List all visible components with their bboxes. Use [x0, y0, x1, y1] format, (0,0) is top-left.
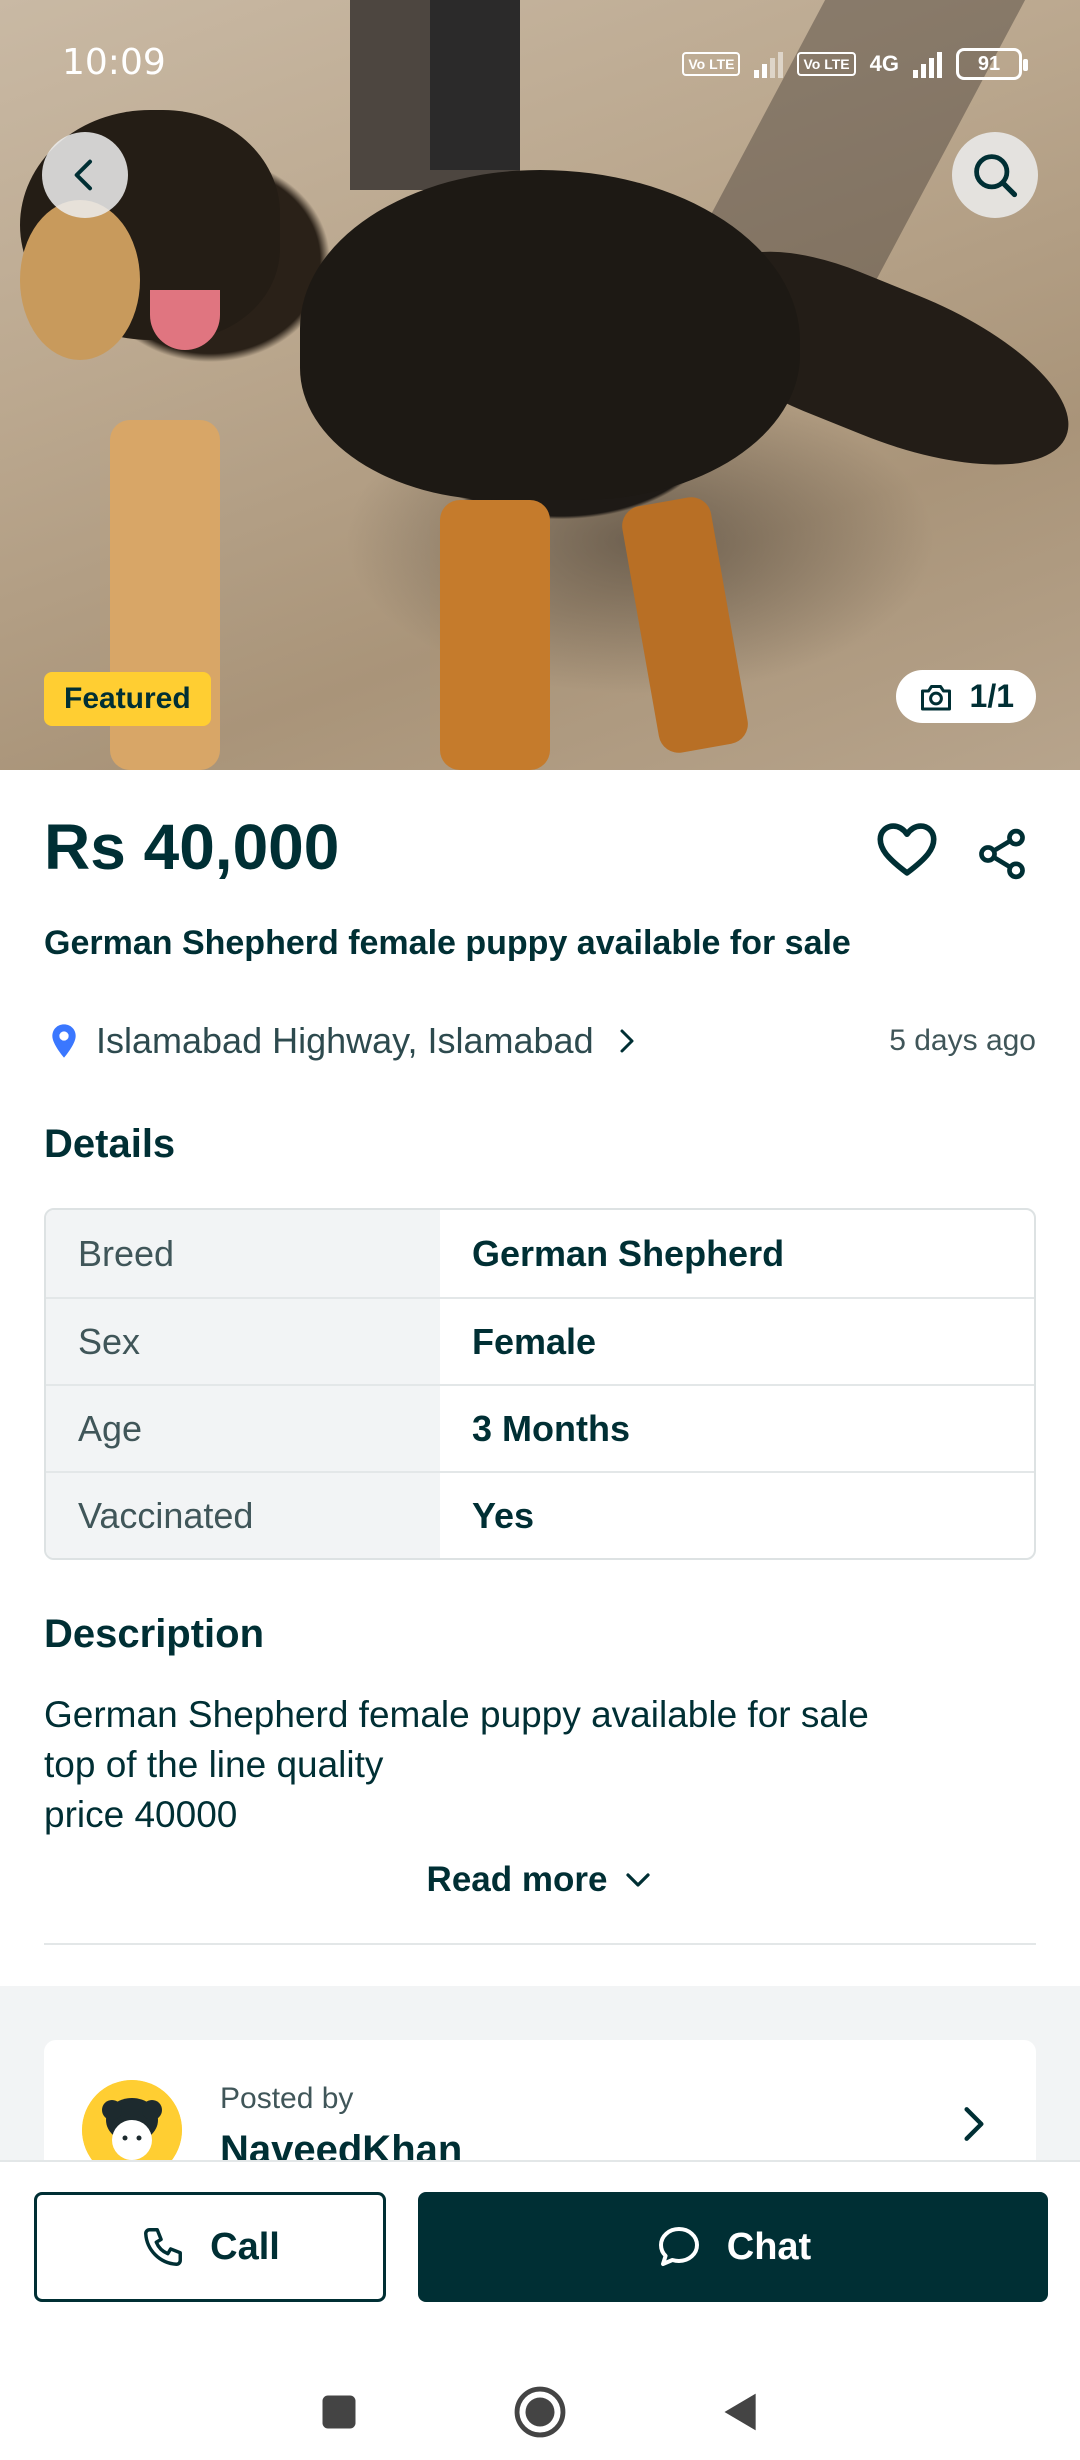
- description-heading: Description: [44, 1612, 265, 1656]
- signal-icon: [754, 50, 784, 78]
- dog-cheek-shape: [20, 200, 140, 360]
- details-key: Age: [46, 1386, 440, 1471]
- chevron-left-icon: [74, 159, 92, 191]
- dog-leg-shape: [618, 494, 752, 756]
- chevron-right-icon: [620, 1029, 634, 1053]
- location-row[interactable]: Islamabad Highway, Islamabad 5 days ago: [44, 1016, 1036, 1066]
- battery-level: 91: [977, 52, 1001, 75]
- details-value: German Shepherd: [472, 1232, 785, 1274]
- status-time: 10:09: [62, 42, 166, 83]
- description-text: German Shepherd female puppy available f…: [44, 1690, 1036, 1840]
- network-type: 4G: [869, 51, 899, 76]
- details-heading: Details: [44, 1122, 176, 1166]
- dog-tongue-shape: [150, 290, 220, 350]
- featured-badge: Featured: [44, 672, 211, 726]
- listing-photo[interactable]: 10:09 Vo LTE Vo LTE 4G 91 Featured 1/1: [0, 0, 1080, 770]
- details-table: Breed German Shepherd Sex Female Age 3 M…: [44, 1208, 1036, 1560]
- details-row: Breed German Shepherd: [46, 1210, 1034, 1297]
- chat-button[interactable]: Chat: [418, 2192, 1048, 2302]
- description-line: German Shepherd female puppy available f…: [44, 1694, 869, 1735]
- recents-icon[interactable]: [317, 2390, 361, 2434]
- section-divider: [44, 1943, 1036, 1945]
- listing-title: German Shepherd female puppy available f…: [44, 924, 851, 962]
- photo-counter-label: 1/1: [969, 678, 1014, 714]
- location-pin-icon: [52, 1024, 76, 1058]
- share-icon: [979, 828, 1025, 880]
- signal-icon: [913, 50, 942, 78]
- chat-bubble-icon: [658, 2227, 699, 2266]
- posted-by-label: Posted by: [220, 2082, 354, 2115]
- search-button[interactable]: [952, 132, 1038, 218]
- call-label: Call: [210, 2225, 280, 2268]
- heart-icon: [877, 823, 937, 876]
- details-value: 3 Months: [472, 1407, 630, 1449]
- share-button[interactable]: [974, 826, 1030, 887]
- details-key: Vaccinated: [46, 1473, 440, 1558]
- listing-price: Rs 40,000: [44, 811, 340, 883]
- details-value: Female: [472, 1320, 597, 1362]
- back-button[interactable]: [42, 132, 128, 218]
- volte-badge: Vo LTE: [797, 52, 856, 76]
- back-nav-icon[interactable]: [719, 2390, 763, 2434]
- details-key: Sex: [46, 1299, 440, 1384]
- chevron-down-icon: [626, 1873, 651, 1887]
- volte-badge: Vo LTE: [682, 52, 741, 76]
- call-button[interactable]: Call: [34, 2192, 386, 2302]
- details-row: Vaccinated Yes: [46, 1471, 1034, 1558]
- phone-icon: [144, 2228, 183, 2266]
- posted-time: 5 days ago: [889, 1024, 1036, 1057]
- dog-leg-shape: [440, 500, 550, 770]
- listing-location[interactable]: Islamabad Highway, Islamabad: [96, 1020, 594, 1062]
- read-more-label: Read more: [426, 1860, 608, 1899]
- favorite-button[interactable]: [876, 822, 938, 883]
- system-nav-bar: [0, 2362, 1080, 2460]
- details-key: Breed: [46, 1210, 440, 1297]
- description-line: top of the line quality: [44, 1744, 384, 1785]
- home-icon[interactable]: [511, 2383, 569, 2441]
- status-bar: 10:09 Vo LTE Vo LTE 4G 91: [0, 0, 1080, 130]
- read-more-button[interactable]: Read more: [0, 1860, 1080, 1900]
- chat-label: Chat: [726, 2225, 812, 2268]
- details-row: Sex Female: [46, 1297, 1034, 1384]
- camera-icon: [920, 684, 951, 710]
- details-row: Age 3 Months: [46, 1384, 1034, 1471]
- chevron-right-icon: [964, 2107, 984, 2141]
- bottom-action-bar: Call Chat: [0, 2160, 1080, 2460]
- status-icons: Vo LTE Vo LTE 4G 91: [682, 48, 1028, 80]
- battery-icon: 91: [956, 48, 1028, 80]
- photo-counter[interactable]: 1/1: [895, 670, 1036, 723]
- description-line: price 40000: [44, 1794, 238, 1835]
- search-icon: [974, 154, 1018, 198]
- details-value: Yes: [472, 1494, 535, 1536]
